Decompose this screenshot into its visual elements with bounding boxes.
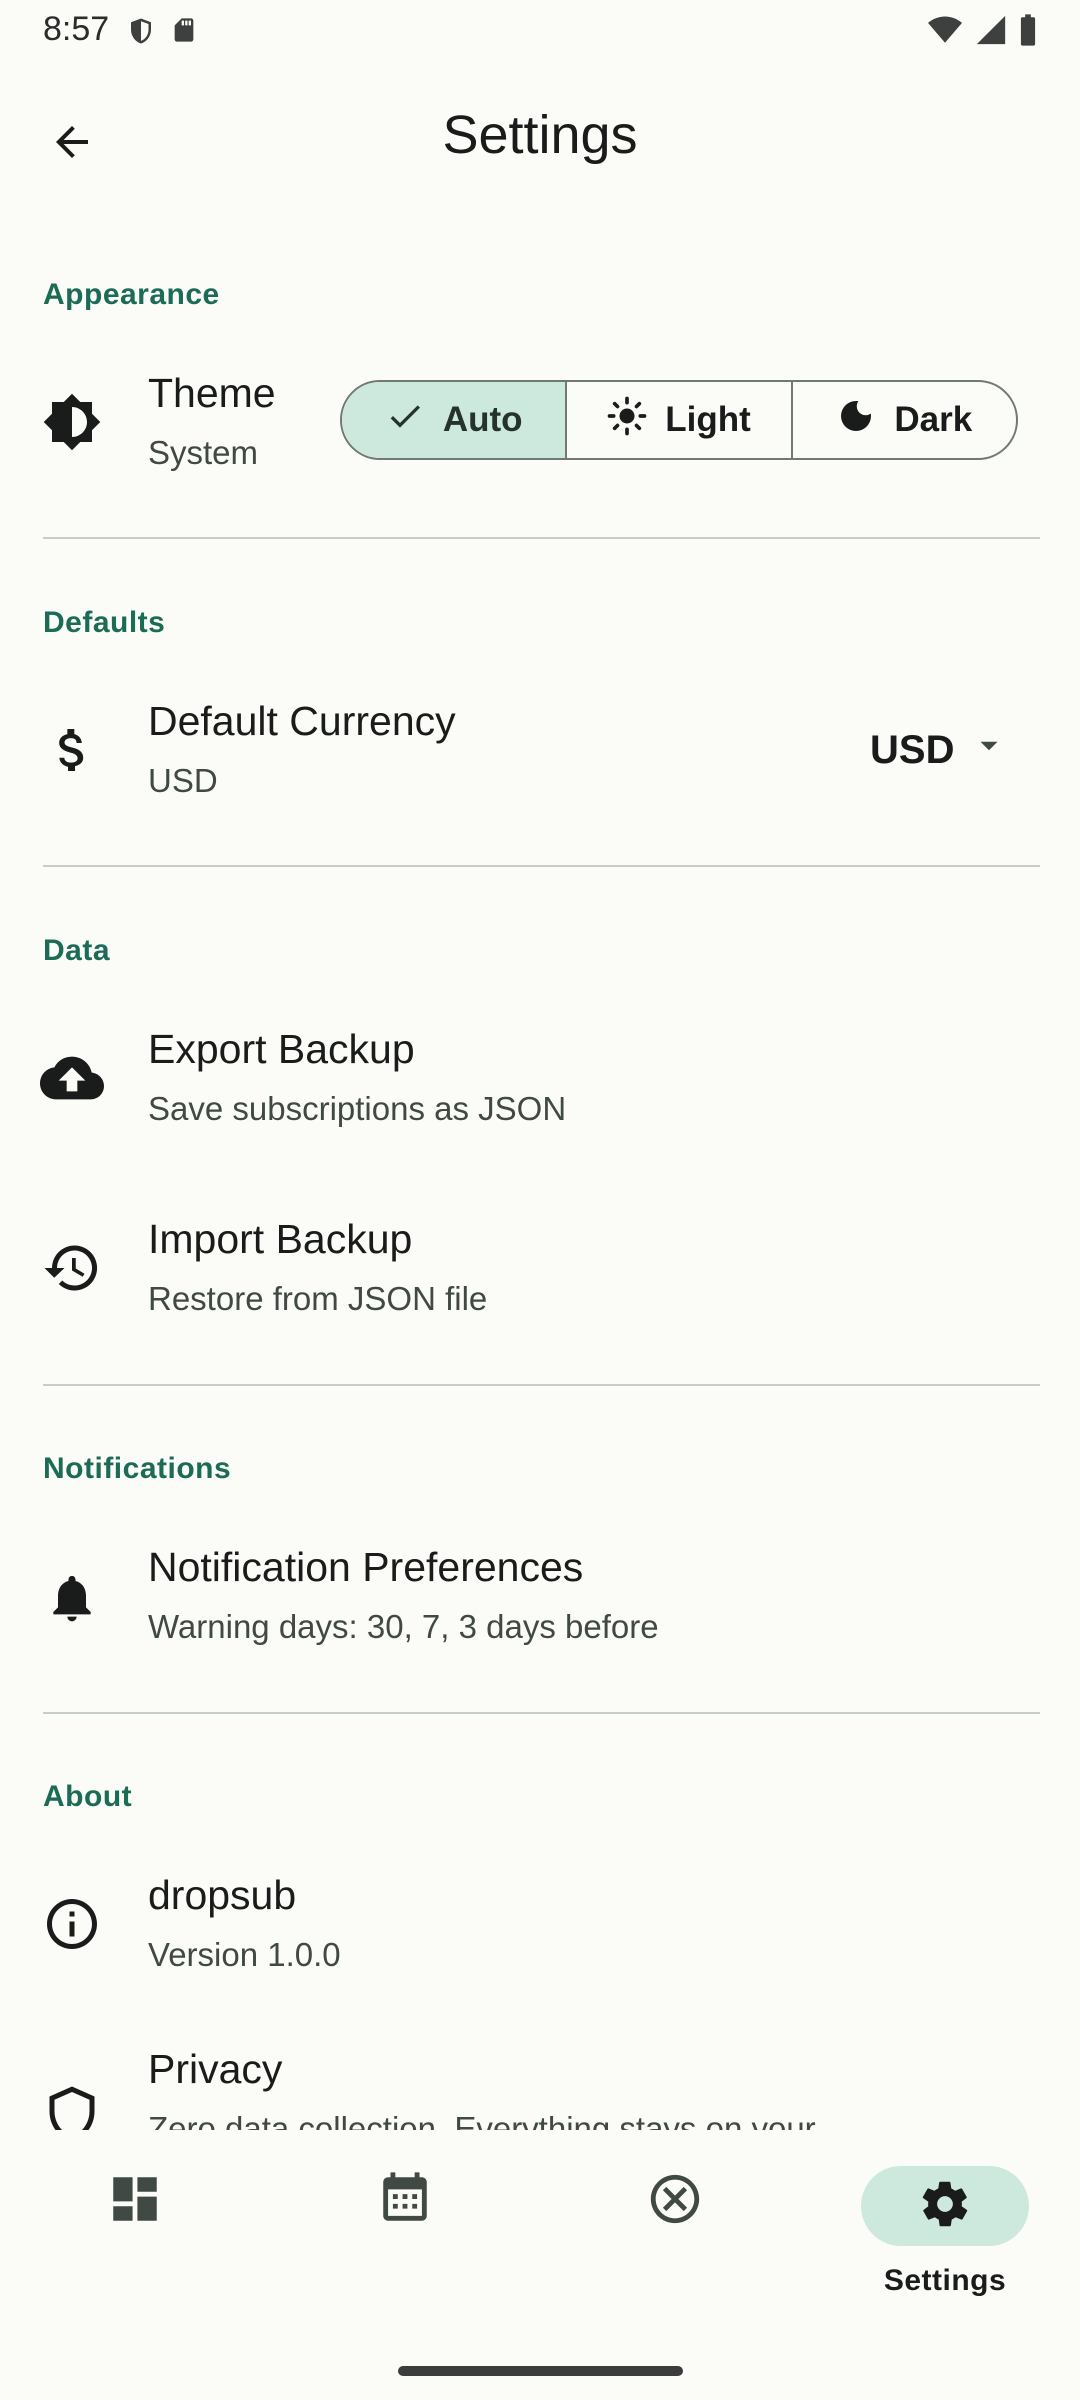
cloud-upload-icon: [40, 1046, 104, 1110]
settings-icon: [918, 2177, 972, 2236]
export-backup-subtitle: Save subscriptions as JSON: [148, 1090, 567, 1127]
theme-option-label: Auto: [442, 400, 523, 439]
status-time: 8:57: [43, 10, 110, 48]
theme-option-label: Dark: [894, 400, 973, 439]
info-icon: [40, 1892, 104, 1956]
divider: [43, 1712, 1040, 1714]
currency-dropdown[interactable]: USD: [870, 728, 1006, 773]
moon-icon: [836, 396, 876, 445]
battery-icon: [1018, 13, 1038, 52]
export-backup-title: Export Backup: [148, 1026, 415, 1072]
theme-title: Theme: [148, 370, 276, 416]
default-currency-subtitle: USD: [148, 762, 218, 799]
cancel-icon: [646, 2170, 704, 2228]
bell-icon: [40, 1566, 104, 1630]
notification-preferences-title: Notification Preferences: [148, 1544, 584, 1590]
theme-segmented-control[interactable]: Auto Light Dark: [340, 380, 1018, 460]
bottom-navigation: Settings: [0, 2130, 1080, 2310]
import-backup-title: Import Backup: [148, 1216, 413, 1262]
home-indicator[interactable]: [398, 2366, 683, 2376]
sun-icon: [607, 396, 647, 445]
calendar-icon: [376, 2170, 434, 2228]
currency-dropdown-value: USD: [870, 728, 955, 772]
privacy-subtitle: Zero data collection. Everything stays o…: [148, 2110, 816, 2130]
dollar-icon: [40, 718, 104, 782]
divider: [43, 865, 1040, 867]
page-title: Settings: [442, 105, 638, 165]
arrow-drop-down-icon: [972, 728, 1006, 773]
signal-icon: [974, 13, 1008, 52]
section-header-notifications: Notifications: [43, 1452, 232, 1485]
theme-option-auto[interactable]: Auto: [342, 382, 566, 458]
history-icon: [40, 1236, 104, 1300]
section-header-data: Data: [43, 934, 111, 967]
theme-subtitle: System: [148, 434, 259, 471]
status-bar: 8:57: [0, 0, 1080, 62]
brightness-icon: [40, 390, 104, 454]
default-currency-title: Default Currency: [148, 698, 456, 744]
section-header-defaults: Defaults: [43, 606, 166, 639]
app-bar: Settings: [0, 80, 1080, 192]
nav-settings[interactable]: Settings: [810, 2130, 1080, 2310]
notification-preferences-subtitle: Warning days: 30, 7, 3 days before: [148, 1608, 659, 1645]
divider: [43, 537, 1040, 539]
wifi-icon: [926, 13, 964, 52]
dashboard-icon: [106, 2170, 164, 2228]
divider: [43, 1384, 1040, 1386]
privacy-title: Privacy: [148, 2046, 283, 2092]
shield-icon: [40, 2082, 104, 2130]
section-header-about: About: [43, 1780, 133, 1813]
nav-settings-label: Settings: [883, 2264, 1007, 2297]
section-header-appearance: Appearance: [43, 278, 220, 311]
app-name: dropsub: [148, 1872, 297, 1918]
sd-card-icon: [170, 14, 198, 53]
shield-icon: [126, 14, 156, 53]
check-icon: [385, 396, 425, 445]
theme-option-dark[interactable]: Dark: [790, 382, 1016, 458]
nav-dashboard[interactable]: [0, 2130, 270, 2310]
nav-cancelled[interactable]: [540, 2130, 810, 2310]
theme-option-light[interactable]: Light: [565, 382, 790, 458]
theme-option-label: Light: [665, 400, 751, 439]
app-version: Version 1.0.0: [148, 1936, 341, 1973]
import-backup-subtitle: Restore from JSON file: [148, 1280, 488, 1317]
nav-active-indicator: [861, 2166, 1029, 2246]
nav-calendar[interactable]: [270, 2130, 540, 2310]
settings-list[interactable]: Appearance Theme System Auto Light Dark …: [0, 192, 1080, 2130]
